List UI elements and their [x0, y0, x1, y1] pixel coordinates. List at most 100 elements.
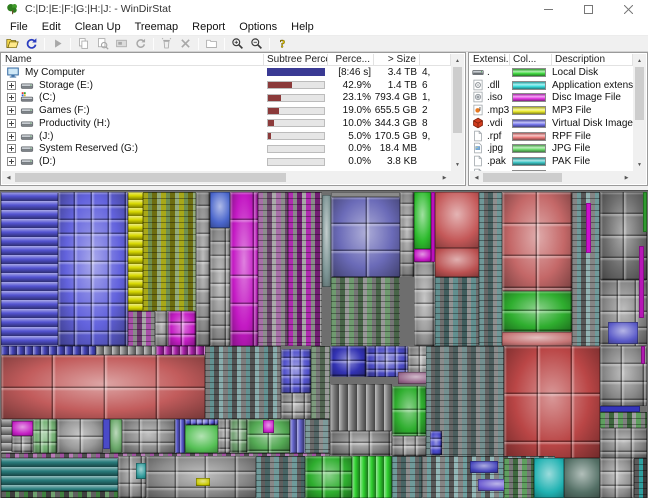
treemap-rect[interactable] — [470, 461, 498, 473]
zoom-in-icon[interactable] — [228, 36, 247, 51]
expand-plus-icon[interactable] — [7, 81, 16, 90]
menu-item-help[interactable]: Help — [284, 20, 321, 34]
tree-row-c[interactable]: (C:)23.1%793.4 GB1, — [2, 92, 451, 105]
refresh-all-icon[interactable] — [22, 36, 41, 51]
tree-column-header-item[interactable] — [420, 54, 451, 65]
scrollbar-track[interactable] — [633, 67, 646, 158]
expand-plus-icon[interactable] — [7, 106, 16, 115]
treemap-rect[interactable] — [639, 246, 644, 318]
expand-plus-icon[interactable] — [7, 93, 16, 102]
tree-row-my-computer[interactable]: My Computer[8:46 s]3.4 TB4, — [2, 66, 451, 79]
treemap[interactable] — [0, 190, 648, 498]
treemap-rect[interactable] — [1, 491, 118, 498]
treemap-rect[interactable] — [305, 456, 352, 498]
help-icon[interactable]: ? — [273, 36, 292, 51]
treemap-rect[interactable] — [143, 192, 196, 311]
treemap-rect[interactable] — [502, 192, 572, 291]
treemap-rect[interactable] — [414, 262, 435, 346]
treemap-rect[interactable] — [534, 458, 564, 498]
expand-plus-icon[interactable] — [7, 119, 16, 128]
treemap-rect[interactable] — [1, 419, 12, 453]
treemap-rect[interactable] — [643, 192, 647, 232]
tree-row-system-reserved-g[interactable]: System Reserved (G:)0.0%18.4 MB — [2, 143, 451, 156]
extension-horizontal-scrollbar[interactable]: ◀ ▶ — [470, 171, 633, 184]
treemap-rect[interactable] — [608, 322, 638, 344]
ext-column-header-extensi[interactable]: Extensi... — [470, 54, 510, 65]
treemap-rect[interactable] — [504, 346, 600, 458]
treemap-rect[interactable] — [110, 419, 122, 453]
scroll-right-arrow[interactable]: ▶ — [620, 171, 633, 184]
treemap-rect[interactable] — [57, 419, 103, 453]
treemap-rect[interactable] — [1, 346, 96, 355]
treemap-rect[interactable] — [1, 192, 58, 346]
extension-row-rpf[interactable]: .rpfRPF File — [470, 130, 633, 143]
tree-vertical-scrollbar[interactable]: ▲ ▼ — [451, 54, 464, 171]
treemap-rect[interactable] — [600, 346, 647, 406]
treemap-rect[interactable] — [322, 195, 331, 287]
treemap-rect[interactable] — [58, 192, 128, 346]
scrollbar-track[interactable] — [483, 171, 620, 184]
scroll-up-arrow[interactable]: ▲ — [633, 54, 646, 67]
treemap-rect[interactable] — [210, 192, 230, 228]
treemap-rect[interactable] — [175, 419, 185, 453]
tree-column-header-size[interactable]: > Size — [374, 54, 420, 65]
treemap-rect[interactable] — [331, 277, 400, 346]
treemap-rect[interactable] — [502, 332, 572, 346]
extension-row-pak[interactable]: .pakPAK File — [470, 155, 633, 168]
treemap-rect[interactable] — [196, 478, 210, 486]
treemap-rect[interactable] — [258, 192, 288, 346]
ext-column-header-col[interactable]: Col... — [510, 54, 552, 65]
treemap-rect[interactable] — [256, 456, 305, 498]
tree-column-header-name[interactable]: Name — [2, 54, 264, 65]
treemap-rect[interactable] — [479, 192, 502, 346]
close-button[interactable] — [608, 0, 648, 18]
treemap-rect[interactable] — [330, 384, 392, 431]
extension-row-item[interactable]: .Local Disk — [470, 66, 633, 79]
tree-column-header-perce[interactable]: Perce... — [328, 54, 374, 65]
treemap-rect[interactable] — [128, 311, 155, 346]
treemap-rect[interactable] — [210, 228, 230, 346]
treemap-rect[interactable] — [330, 431, 392, 456]
treemap-rect[interactable] — [586, 203, 591, 253]
treemap-rect[interactable] — [12, 436, 33, 453]
scrollbar-track[interactable] — [451, 67, 464, 158]
scroll-left-arrow[interactable]: ◀ — [470, 171, 483, 184]
treemap-rect[interactable] — [305, 419, 330, 453]
ext-column-header-description[interactable]: Description — [552, 54, 633, 65]
treemap-rect[interactable] — [400, 192, 414, 277]
treemap-rect[interactable] — [435, 248, 479, 277]
extension-row-iso[interactable]: .isoDisc Image File — [470, 92, 633, 105]
tree-row-storage-e[interactable]: Storage (E:)42.9%1.4 TB6 — [2, 79, 451, 92]
treemap-rect[interactable] — [600, 428, 647, 458]
zoom-out-icon[interactable] — [247, 36, 266, 51]
treemap-rect[interactable] — [33, 419, 57, 453]
scroll-left-arrow[interactable]: ◀ — [2, 171, 15, 184]
treemap-rect[interactable] — [352, 456, 392, 498]
treemap-rect[interactable] — [1, 458, 118, 491]
tree-row-games-f[interactable]: Games (F:)19.0%655.5 GB2 — [2, 104, 451, 117]
treemap-rect[interactable] — [600, 458, 634, 498]
treemap-rect[interactable] — [136, 463, 146, 479]
treemap-rect[interactable] — [96, 346, 156, 355]
treemap-rect[interactable] — [1, 355, 205, 419]
treemap-rect[interactable] — [392, 386, 426, 436]
treemap-rect[interactable] — [435, 192, 479, 248]
scrollbar-thumb[interactable] — [635, 67, 644, 120]
treemap-rect[interactable] — [392, 436, 426, 456]
treemap-rect[interactable] — [128, 192, 143, 311]
scroll-down-arrow[interactable]: ▼ — [633, 158, 646, 171]
treemap-rect[interactable] — [146, 456, 256, 498]
treemap-rect[interactable] — [414, 192, 431, 249]
treemap-rect[interactable] — [230, 419, 247, 453]
expand-plus-icon[interactable] — [7, 144, 16, 153]
treemap-rect[interactable] — [155, 311, 168, 346]
tree-horizontal-scrollbar[interactable]: ◀ ▶ — [2, 171, 451, 184]
treemap-rect[interactable] — [205, 346, 281, 419]
treemap-rect[interactable] — [290, 419, 305, 453]
treemap-rect[interactable] — [564, 458, 600, 498]
tree-row-productivity-h[interactable]: Productivity (H:)10.0%344.3 GB8 — [2, 117, 451, 130]
maximize-button[interactable] — [568, 0, 608, 18]
treemap-rect[interactable] — [600, 412, 647, 428]
scrollbar-thumb[interactable] — [15, 173, 286, 182]
treemap-rect[interactable] — [634, 458, 647, 498]
